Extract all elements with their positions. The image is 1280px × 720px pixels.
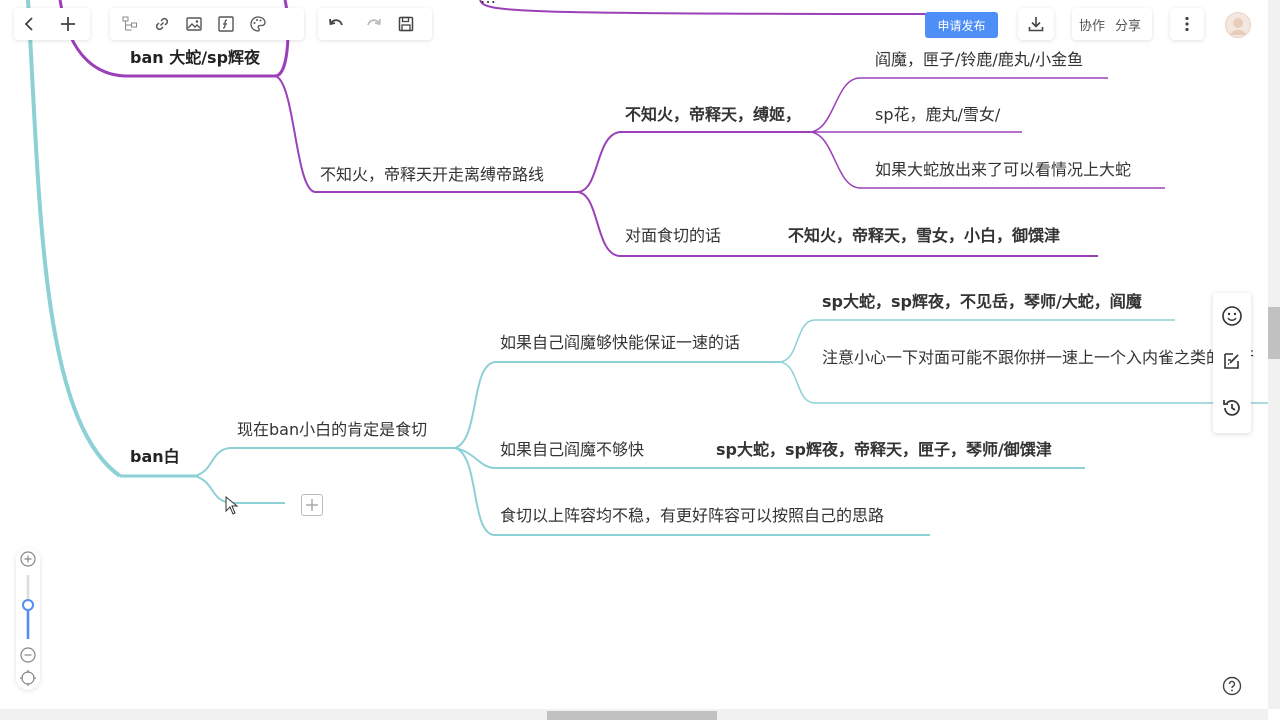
download-toolbar <box>1018 8 1054 40</box>
structure-icon <box>122 16 137 31</box>
undo-button[interactable] <box>320 8 352 40</box>
more-button[interactable] <box>1171 8 1203 40</box>
branch2-sub2-node[interactable]: 如果自己阎魔不够快 <box>500 440 644 460</box>
undo-icon <box>329 18 343 26</box>
history-button[interactable] <box>1218 394 1246 422</box>
download-icon <box>1028 17 1044 32</box>
avatar[interactable] <box>1225 12 1251 38</box>
redo-icon <box>367 18 381 26</box>
side-panel <box>1213 293 1251 433</box>
image-icon <box>186 17 202 31</box>
branch2-sub2-item[interactable]: sp大蛇，sp辉夜，帝释天，匣子，琴师/御馔津 <box>716 440 1052 460</box>
branch2-sub3-node[interactable]: 食切以上阵容均不稳，有更好阵容可以按照自己的思路 <box>500 506 884 526</box>
history-toolbar <box>318 8 432 40</box>
smile-icon <box>1222 306 1242 326</box>
nav-toolbar <box>14 8 90 40</box>
edit-note-button[interactable] <box>1218 347 1246 375</box>
history-icon <box>1223 400 1240 416</box>
mindmap-canvas[interactable]: … ban 大蛇/sp辉夜 不知火，帝释天开走离缚帝路线 不知火，帝释天，缚姬，… <box>0 0 1280 720</box>
link-button[interactable] <box>146 8 178 40</box>
collab-button[interactable]: 协作 <box>1079 15 1105 34</box>
branch1-child-node[interactable]: 不知火，帝释天开走离缚帝路线 <box>320 165 544 185</box>
plus-icon <box>306 499 318 511</box>
redo-button[interactable] <box>358 8 390 40</box>
branch2-sub1-item2[interactable]: 注意小心一下对面可能不跟你拼一速上一个入内雀之类的也行 <box>822 346 1280 370</box>
link-icon <box>155 17 169 31</box>
add-node-button[interactable] <box>301 494 323 516</box>
branch1-sub2-node[interactable]: 对面食切的话 <box>625 226 721 246</box>
branch1-sub1-item1[interactable]: 阎魔，匣子/铃鹿/鹿丸/小金鱼 <box>875 50 1083 70</box>
structure-button[interactable] <box>114 8 146 40</box>
emoji-button[interactable] <box>1218 302 1246 330</box>
user-avatar-icon <box>1230 18 1246 35</box>
back-button[interactable] <box>14 8 46 40</box>
style-button[interactable] <box>242 8 274 40</box>
cursor-icon <box>225 496 239 515</box>
branch1-sub1-item2[interactable]: sp花，鹿丸/雪女/ <box>875 105 1000 125</box>
insert-toolbar <box>110 8 304 40</box>
vertical-scroll-thumb[interactable] <box>1268 307 1280 359</box>
branch1-sub1-item3[interactable]: 如果大蛇放出来了可以看情况上大蛇 <box>875 160 1131 180</box>
branch2-child-node[interactable]: 现在ban小白的肯定是食切 <box>237 420 427 440</box>
zoom-slider-graphic <box>20 551 36 686</box>
collab-toolbar: 协作 分享 <box>1072 8 1152 40</box>
branch2-sub1-item1[interactable]: sp大蛇，sp辉夜，不见岳，琴师/大蛇，阎魔 <box>822 292 1142 312</box>
formula-icon <box>218 16 234 32</box>
palette-icon <box>250 16 266 32</box>
more-vertical-icon <box>1185 16 1189 32</box>
branch1-root-node[interactable]: ban 大蛇/sp辉夜 <box>130 48 260 68</box>
plus-icon <box>61 17 75 31</box>
download-button[interactable] <box>1020 8 1052 40</box>
publish-button[interactable]: 申请发布 <box>925 12 998 38</box>
save-button[interactable] <box>390 8 422 40</box>
add-button[interactable] <box>52 8 84 40</box>
partial-top-node[interactable]: … <box>480 0 496 8</box>
branch1-sub1-node[interactable]: 不知火，帝释天，缚姬， <box>625 105 801 125</box>
horizontal-scroll-thumb[interactable] <box>547 711 717 720</box>
branch2-root-node[interactable]: ban白 <box>130 447 180 467</box>
share-button[interactable]: 分享 <box>1115 15 1141 34</box>
edit-icon <box>1224 353 1239 369</box>
zoom-control <box>16 548 40 690</box>
more-toolbar <box>1170 8 1204 40</box>
branch1-sub2-item[interactable]: 不知火，帝释天，雪女，小白，御馔津 <box>788 226 1060 246</box>
branch2-sub1-node[interactable]: 如果自己阎魔够快能保证一速的话 <box>500 333 740 353</box>
chevron-left-icon <box>24 17 33 31</box>
formula-button[interactable] <box>210 8 242 40</box>
save-icon <box>398 16 414 32</box>
help-icon[interactable] <box>1222 676 1242 696</box>
image-button[interactable] <box>178 8 210 40</box>
